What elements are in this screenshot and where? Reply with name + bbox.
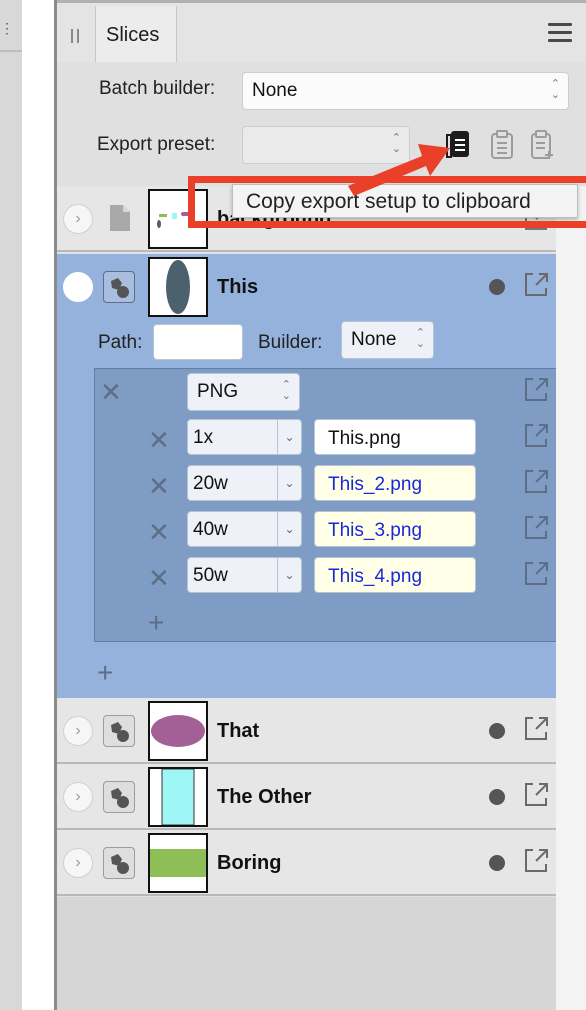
chevron-updown-icon: ⌃ ⌄: [281, 379, 291, 402]
filename-field[interactable]: This_3.png: [314, 511, 476, 547]
panel-empty-area: [57, 897, 556, 1010]
chevron-down-icon[interactable]: ⌄: [277, 558, 301, 592]
slice-name[interactable]: This: [217, 276, 258, 299]
slice-thumbnail: [148, 701, 208, 761]
size-combo[interactable]: 1x ⌄: [187, 419, 302, 455]
chevron-down-icon[interactable]: ⌄: [277, 466, 301, 500]
annotation-arrow-icon: [348, 144, 450, 196]
left-panel-edge: ⋮: [0, 0, 22, 1010]
export-arrow-icon[interactable]: [522, 376, 550, 404]
hamburger-menu-icon[interactable]: [548, 23, 572, 43]
tab-slices[interactable]: Slices: [95, 6, 177, 65]
format-group: ✕ PNG ⌃ ⌄ ✕ 1x ⌄ This.png ✕ 20w ⌄ This_2.…: [94, 368, 556, 642]
format-select[interactable]: PNG ⌃ ⌄: [187, 373, 300, 411]
panel-titlebar: Slices: [57, 0, 586, 65]
size-combo[interactable]: 20w ⌄: [187, 465, 302, 501]
object-slice-icon: [103, 781, 135, 813]
left-panel-divider: [0, 50, 22, 52]
export-arrow-icon[interactable]: [522, 781, 550, 809]
export-arrow-icon[interactable]: [522, 715, 550, 743]
slice-row-expanded: This Path: Builder: None ⌃ ⌄ ✕ PNG ⌃ ⌄ ✕ 1…: [57, 254, 556, 698]
export-arrow-icon[interactable]: [522, 847, 550, 875]
path-label: Path:: [98, 332, 143, 353]
paste-export-setup-icon[interactable]: [489, 129, 515, 161]
batch-builder-value: None: [252, 80, 298, 101]
filename-field[interactable]: This_4.png: [314, 557, 476, 593]
format-value: PNG: [197, 381, 239, 402]
builder-select[interactable]: None ⌃ ⌄: [341, 321, 434, 359]
object-slice-icon: [103, 715, 135, 747]
export-arrow-icon[interactable]: [522, 422, 550, 450]
panel-grip-icon[interactable]: [71, 29, 79, 43]
size-combo[interactable]: 50w ⌄: [187, 557, 302, 593]
batch-builder-label: Batch builder:: [99, 78, 216, 99]
remove-format-x-icon[interactable]: ✕: [100, 379, 122, 405]
object-slice-icon: [103, 271, 135, 303]
size-value: 50w: [193, 565, 228, 586]
remove-output-x-icon[interactable]: ✕: [148, 565, 170, 591]
chevron-right-icon[interactable]: ›: [63, 204, 93, 234]
slice-thumbnail: [148, 833, 208, 893]
slice-name[interactable]: The Other: [217, 786, 311, 809]
add-output-plus-icon[interactable]: +: [148, 609, 164, 637]
export-preset-label: Export preset:: [97, 134, 216, 155]
remove-output-x-icon[interactable]: ✕: [148, 519, 170, 545]
chevron-right-icon[interactable]: ›: [63, 716, 93, 746]
chevron-down-icon[interactable]: ⌄: [277, 420, 301, 454]
chevron-right-icon[interactable]: ›: [63, 782, 93, 812]
status-dot: [489, 855, 505, 871]
export-arrow-icon[interactable]: [522, 514, 550, 542]
filename-field[interactable]: This.png: [314, 419, 476, 455]
chevron-updown-icon: ⌃ ⌄: [415, 327, 425, 350]
chevron-right-icon[interactable]: ›: [63, 848, 93, 878]
chevron-down-icon[interactable]: ⌄: [277, 512, 301, 546]
size-combo[interactable]: 40w ⌄: [187, 511, 302, 547]
export-controls: Batch builder: None ⌃ ⌄ Export preset: ⌃ ⌄: [57, 62, 586, 186]
builder-label: Builder:: [258, 332, 323, 353]
document-icon: [110, 205, 130, 231]
slice-name[interactable]: That: [217, 720, 259, 743]
slice-row[interactable]: › Boring: [57, 830, 556, 896]
slice-name[interactable]: Boring: [217, 852, 281, 875]
filename-field[interactable]: This_2.png: [314, 465, 476, 501]
grip-icon: ⋮: [0, 20, 14, 36]
status-dot: [489, 723, 505, 739]
chevron-down-icon[interactable]: [63, 272, 93, 302]
slices-panel: Slices Batch builder: None ⌃ ⌄ Export pre…: [57, 0, 586, 1010]
size-value: 1x: [193, 427, 214, 448]
size-value: 40w: [193, 519, 228, 540]
remove-output-x-icon[interactable]: ✕: [148, 473, 170, 499]
status-dot: [489, 789, 505, 805]
gutter: [22, 0, 54, 1010]
slice-row[interactable]: › That: [57, 698, 556, 764]
builder-value: None: [351, 329, 397, 350]
remove-output-x-icon[interactable]: ✕: [148, 427, 170, 453]
slice-thumbnail: [148, 767, 208, 827]
export-arrow-icon[interactable]: [522, 271, 550, 299]
size-value: 20w: [193, 473, 228, 494]
tab-slices-label: Slices: [106, 24, 160, 46]
export-arrow-icon[interactable]: [522, 560, 550, 588]
paste-new-setup-icon[interactable]: [529, 129, 555, 161]
export-arrow-icon[interactable]: [522, 468, 550, 496]
batch-builder-select[interactable]: None ⌃ ⌄: [242, 72, 569, 110]
slice-row[interactable]: › The Other: [57, 764, 556, 830]
path-input[interactable]: [153, 324, 243, 360]
object-slice-icon: [103, 847, 135, 879]
slice-thumbnail: [148, 257, 208, 317]
add-format-plus-icon[interactable]: +: [97, 659, 113, 687]
scroll-edge[interactable]: [556, 186, 586, 1010]
status-dot: [489, 279, 505, 295]
chevron-updown-icon: ⌃ ⌄: [550, 78, 560, 101]
